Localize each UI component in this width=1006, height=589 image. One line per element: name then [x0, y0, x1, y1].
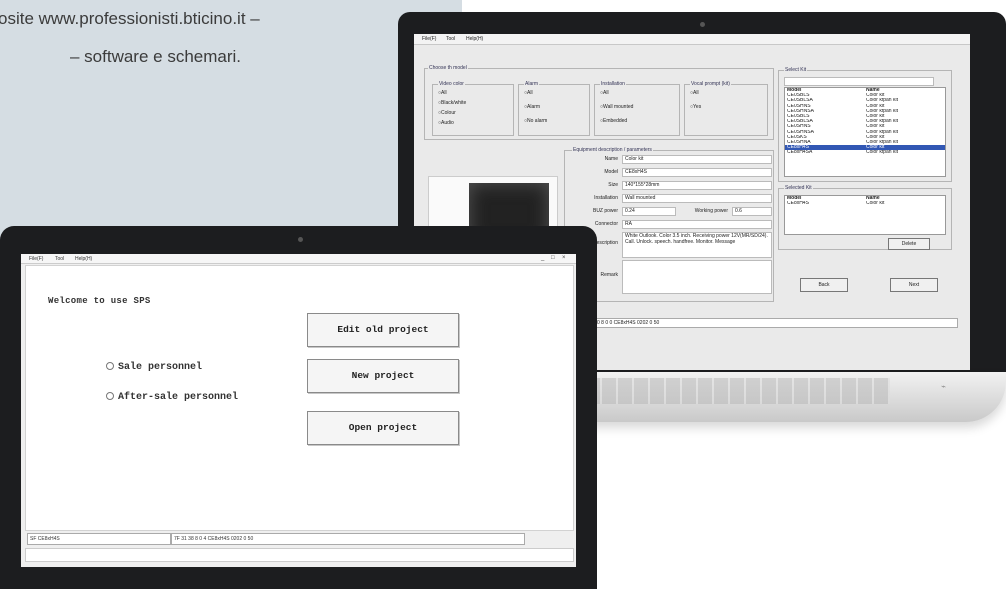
back-field-label: Size	[608, 182, 618, 188]
back-radio-option[interactable]: All	[600, 90, 609, 96]
back-field-label: BUZ power	[592, 208, 618, 214]
front-status-left: SF CE8xH4S	[27, 533, 171, 545]
back-radio-option[interactable]: All	[524, 90, 533, 96]
front-titlebar: File(F) Tool Help(H) _ □ ×	[21, 254, 576, 264]
table-row[interactable]: CE8xH4SA Color ktpan kit	[785, 150, 945, 155]
front-menu-tool[interactable]: Tool	[55, 256, 64, 262]
back-field-label: Model	[604, 169, 618, 175]
back-selected-model: CE8xH4S	[787, 201, 809, 207]
back-radio-option[interactable]: Embedded	[600, 118, 627, 124]
back-filter-title: Video color	[438, 81, 465, 87]
back-delete-button[interactable]: Delete	[888, 238, 930, 250]
after-sale-personnel-radio[interactable]: After-sale personnel	[106, 392, 238, 403]
back-model-search-input[interactable]	[784, 77, 934, 86]
front-laptop-camera	[298, 237, 303, 242]
front-menu-help[interactable]: Help(H)	[75, 256, 92, 262]
back-radio-option[interactable]: Wall mounted	[600, 104, 633, 110]
back-radio-option[interactable]: Black/white	[438, 100, 466, 106]
edit-old-project-button[interactable]: Edit old project	[307, 313, 459, 347]
list-item[interactable]: CE8xH4S Color kit	[785, 201, 945, 206]
after-sale-personnel-label: After-sale personnel	[118, 392, 239, 403]
back-back-button[interactable]: Back	[800, 278, 848, 292]
front-welcome-text: Welcome to use SPS	[48, 296, 151, 306]
back-field-label: Working power	[694, 208, 728, 214]
new-project-button[interactable]: New project	[307, 359, 459, 393]
radio-icon	[106, 392, 114, 401]
back-select-kit-title: Select Kit	[784, 67, 808, 73]
back-selected-kit-title: Selected Kit	[784, 185, 813, 191]
back-selected-name: Color kit	[866, 201, 885, 207]
back-field-buz-power[interactable]: 0.24	[622, 207, 676, 216]
back-field-description[interactable]: White Outlook. Color 3.5 inch. Receiving…	[622, 232, 772, 258]
front-main-pane: Welcome to use SPS Edit old project New …	[25, 265, 574, 531]
front-laptop-screen: File(F) Tool Help(H) _ □ × Welcome to us…	[21, 254, 576, 567]
back-radio-option[interactable]: All	[690, 90, 699, 96]
kit-name-cell: Color ktpan kit	[866, 150, 898, 156]
back-menu-tool[interactable]: Tool	[446, 36, 455, 42]
back-kit-list[interactable]: Model Name CE0SBLS Color kit CE0SBLSA Color…	[784, 87, 946, 177]
back-choose-model-title: Choose th model	[428, 65, 468, 71]
back-radio-option[interactable]: Audio	[438, 120, 454, 126]
sale-personnel-radio[interactable]: Sale personnel	[106, 362, 202, 373]
back-menu-help[interactable]: Help(H)	[466, 36, 483, 42]
back-radio-option[interactable]: No alarm	[524, 118, 547, 124]
back-laptop-logo-icon: ⌁	[941, 382, 946, 391]
back-radio-option[interactable]: Colour	[438, 110, 456, 116]
back-field-connector[interactable]: RA	[622, 220, 772, 229]
open-project-button[interactable]: Open project	[307, 411, 459, 445]
back-filter-title: Alarm	[524, 81, 540, 87]
back-field-installation[interactable]: Wall mounted	[622, 194, 772, 203]
back-field-label: Installation	[594, 195, 618, 201]
back-field-name[interactable]: Color kit	[622, 155, 772, 164]
front-status-right: 7F 31 38 8 0 4 CE8xH4S 0202 0 50	[171, 533, 525, 545]
back-radio-option[interactable]: Alarm	[524, 104, 540, 110]
close-icon[interactable]: ×	[562, 255, 566, 261]
maximize-icon[interactable]: □	[551, 255, 555, 261]
radio-icon	[106, 362, 114, 371]
back-status-bar: 7F 30 8 0 0 CE8xH4S 0202 0 50	[584, 318, 958, 328]
back-selected-list[interactable]: Model Name CE8xH4S Color kit	[784, 195, 946, 235]
back-field-label: Name	[604, 156, 618, 162]
back-filter-title: Installation	[600, 81, 626, 87]
back-menubar: File(F) Tool Help(H)	[414, 34, 970, 45]
back-laptop-camera	[700, 22, 705, 27]
back-field-size[interactable]: 140*155*28mm	[622, 181, 772, 190]
back-menu-file[interactable]: File(F)	[422, 36, 436, 42]
back-filter-title: Vocal prompt (kit)	[690, 81, 731, 87]
front-bottom-bar	[25, 548, 574, 562]
back-field-model[interactable]: CE8xH4S	[622, 168, 772, 177]
kit-model-cell: CE8xH4SA	[787, 150, 813, 156]
back-radio-option[interactable]: Yes	[690, 104, 701, 110]
back-radio-option[interactable]: All	[438, 90, 447, 96]
minimize-icon[interactable]: _	[541, 255, 544, 261]
front-menu-file[interactable]: File(F)	[29, 256, 43, 262]
sale-personnel-label: Sale personnel	[118, 362, 203, 373]
back-next-button[interactable]: Next	[890, 278, 938, 292]
back-field-remark[interactable]	[622, 260, 772, 294]
back-details-title: Equipment description / parameters	[572, 147, 653, 153]
back-field-working-power[interactable]: 0.6	[732, 207, 772, 216]
